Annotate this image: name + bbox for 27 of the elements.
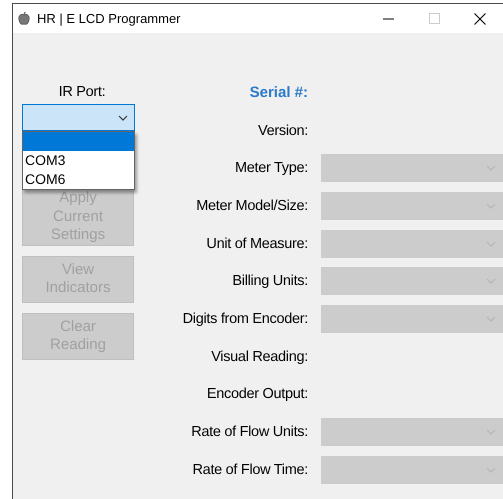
- window-title: HR | E LCD Programmer: [37, 11, 182, 26]
- maximize-icon: [428, 13, 440, 24]
- dropdown-option[interactable]: COM3: [23, 151, 134, 170]
- field-label: Version:: [257, 122, 308, 139]
- field-label: Unit of Measure:: [205, 236, 308, 252]
- chevron-down-icon: [486, 316, 496, 322]
- field-label: Visual Reading:: [210, 348, 308, 365]
- chevron-down-icon: [118, 114, 128, 120]
- field-label: Billing Units:: [231, 273, 308, 290]
- field-label: Encoder Output:: [206, 386, 308, 402]
- app-icon: [18, 12, 30, 26]
- chevron-down-icon: [486, 202, 496, 209]
- field-label: Rate of Flow Time:: [192, 462, 308, 478]
- chevron-down-icon: [486, 278, 496, 284]
- chevron-down-icon: [486, 429, 496, 436]
- field-label: Digits from Encoder:: [182, 310, 308, 327]
- field-label: Rate of Flow Units:: [190, 424, 308, 440]
- serial-label: Serial #:: [248, 84, 308, 102]
- chevron-down-icon: [486, 466, 496, 473]
- close-icon: [474, 12, 486, 24]
- field-label: Meter Type:: [234, 160, 308, 176]
- chevron-down-icon: [486, 240, 496, 247]
- minimize-icon: [382, 18, 394, 20]
- field-label: Meter Model/Size:: [195, 198, 308, 214]
- chevron-down-icon: [486, 165, 496, 172]
- port-dropdown[interactable]: [22, 104, 135, 131]
- port-label: IR Port:: [58, 84, 106, 100]
